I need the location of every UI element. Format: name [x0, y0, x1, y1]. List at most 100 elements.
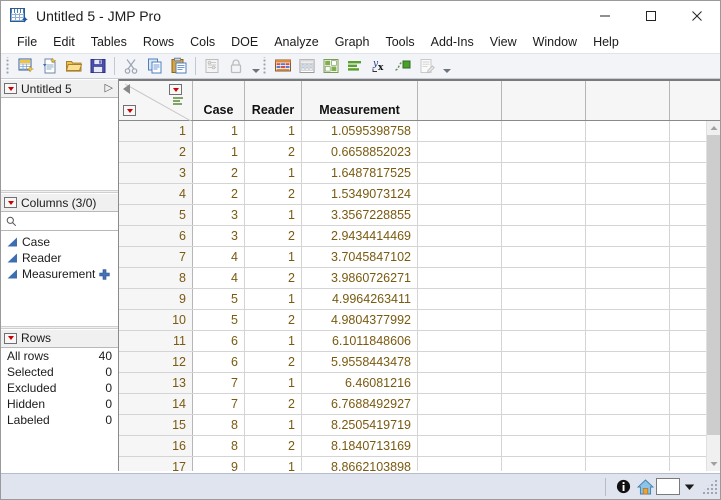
copy-icon[interactable]	[144, 55, 166, 77]
info-icon[interactable]	[612, 476, 634, 498]
table-row[interactable]: 11 6 1 6.1011848606	[119, 331, 720, 352]
cell-empty[interactable]	[586, 142, 670, 162]
column-item-measurement[interactable]: Measurement	[1, 266, 118, 282]
row-number-cell[interactable]: 11	[119, 331, 193, 351]
table-row[interactable]: 14 7 2 6.7688492927	[119, 394, 720, 415]
cell-measurement[interactable]: 8.2505419719	[302, 415, 418, 435]
cell-empty[interactable]	[502, 184, 586, 204]
scrollbar-thumb[interactable]	[707, 135, 720, 435]
minimize-button[interactable]	[582, 1, 628, 31]
menu-window[interactable]: Window	[525, 33, 585, 51]
menu-doe[interactable]: DOE	[223, 33, 266, 51]
cell-empty[interactable]	[586, 310, 670, 330]
vertical-scrollbar[interactable]	[706, 121, 720, 471]
cell-empty[interactable]	[586, 373, 670, 393]
cell-empty[interactable]	[586, 394, 670, 414]
red-triangle-icon[interactable]	[4, 83, 17, 94]
scroll-up-icon[interactable]	[707, 121, 720, 135]
cell-empty[interactable]	[586, 121, 670, 141]
cell-empty[interactable]	[586, 352, 670, 372]
cell-case[interactable]: 9	[193, 457, 245, 471]
rows-panel-header[interactable]: Rows	[1, 328, 118, 348]
toolbar-overflow-left[interactable]	[248, 55, 260, 77]
cell-reader[interactable]: 2	[245, 226, 302, 246]
cell-empty[interactable]	[586, 205, 670, 225]
cell-case[interactable]: 2	[193, 163, 245, 183]
red-triangle-icon[interactable]	[123, 105, 136, 116]
cell-empty[interactable]	[502, 226, 586, 246]
toolbar-overflow-right[interactable]	[439, 55, 451, 77]
cell-case[interactable]: 1	[193, 121, 245, 141]
column-item-reader[interactable]: Reader	[1, 250, 118, 266]
cell-empty[interactable]	[502, 457, 586, 471]
fit-model-icon[interactable]: y x	[368, 55, 390, 77]
cell-empty[interactable]	[586, 226, 670, 246]
cell-measurement[interactable]: 2.9434414469	[302, 226, 418, 246]
table-row[interactable]: 6 3 2 2.9434414469	[119, 226, 720, 247]
cell-reader[interactable]: 2	[245, 352, 302, 372]
cell-reader[interactable]: 1	[245, 163, 302, 183]
table-row[interactable]: 10 5 2 4.9804377992	[119, 310, 720, 331]
cell-empty[interactable]	[418, 121, 502, 141]
red-triangle-icon[interactable]	[4, 197, 17, 208]
cell-empty[interactable]	[502, 289, 586, 309]
properties-icon[interactable]	[201, 55, 223, 77]
table-row[interactable]: 7 4 1 3.7045847102	[119, 247, 720, 268]
row-number-cell[interactable]: 3	[119, 163, 193, 183]
home-icon[interactable]	[634, 476, 656, 498]
menu-edit[interactable]: Edit	[45, 33, 83, 51]
scroll-down-icon[interactable]	[707, 457, 720, 471]
row-number-cell[interactable]: 6	[119, 226, 193, 246]
cut-scissors-icon[interactable]	[120, 55, 142, 77]
cell-empty[interactable]	[586, 289, 670, 309]
new-data-table-icon[interactable]	[15, 55, 37, 77]
maximize-button[interactable]	[628, 1, 674, 31]
cell-case[interactable]: 1	[193, 142, 245, 162]
caret-down-icon[interactable]	[684, 483, 695, 491]
table-row[interactable]: 5 3 1 3.3567228855	[119, 205, 720, 226]
cell-empty[interactable]	[418, 226, 502, 246]
script-editor-icon[interactable]	[416, 55, 438, 77]
cell-empty[interactable]	[502, 247, 586, 267]
cell-measurement[interactable]: 6.46081216	[302, 373, 418, 393]
cell-reader[interactable]: 2	[245, 310, 302, 330]
column-header-case[interactable]: Case	[193, 81, 245, 120]
cell-empty[interactable]	[418, 289, 502, 309]
cell-case[interactable]: 4	[193, 247, 245, 267]
cell-reader[interactable]: 2	[245, 394, 302, 414]
cell-empty[interactable]	[502, 142, 586, 162]
cell-case[interactable]: 5	[193, 310, 245, 330]
menu-help[interactable]: Help	[585, 33, 627, 51]
cell-empty[interactable]	[418, 394, 502, 414]
row-number-cell[interactable]: 5	[119, 205, 193, 225]
table-row[interactable]: 1 1 1 1.0595398758	[119, 121, 720, 142]
close-button[interactable]	[674, 1, 720, 31]
menu-graph[interactable]: Graph	[327, 33, 378, 51]
lock-icon[interactable]	[225, 55, 247, 77]
column-item-case[interactable]: Case	[1, 234, 118, 250]
column-header-empty-1[interactable]	[418, 81, 502, 120]
cell-case[interactable]: 2	[193, 184, 245, 204]
column-header-empty-3[interactable]	[586, 81, 670, 120]
cell-case[interactable]: 8	[193, 415, 245, 435]
plus-icon[interactable]	[99, 268, 110, 280]
rows-stat-all-rows[interactable]: All rows 40	[1, 348, 118, 364]
cell-case[interactable]: 7	[193, 373, 245, 393]
row-number-cell[interactable]: 15	[119, 415, 193, 435]
table-row[interactable]: 2 1 2 0.6658852023	[119, 142, 720, 163]
cell-measurement[interactable]: 4.9804377992	[302, 310, 418, 330]
row-number-cell[interactable]: 9	[119, 289, 193, 309]
rows-stat-excluded[interactable]: Excluded 0	[1, 380, 118, 396]
row-number-cell[interactable]: 16	[119, 436, 193, 456]
row-number-cell[interactable]: 14	[119, 394, 193, 414]
red-triangle-icon[interactable]	[4, 332, 17, 344]
menu-analyze[interactable]: Analyze	[266, 33, 326, 51]
row-number-cell[interactable]: 8	[119, 268, 193, 288]
cell-empty[interactable]	[418, 163, 502, 183]
collapse-left-arrow-icon[interactable]	[123, 84, 130, 94]
cell-measurement[interactable]: 1.5349073124	[302, 184, 418, 204]
table-row[interactable]: 16 8 2 8.1840713169	[119, 436, 720, 457]
cell-empty[interactable]	[418, 373, 502, 393]
cell-case[interactable]: 3	[193, 226, 245, 246]
table-row[interactable]: 3 2 1 1.6487817525	[119, 163, 720, 184]
